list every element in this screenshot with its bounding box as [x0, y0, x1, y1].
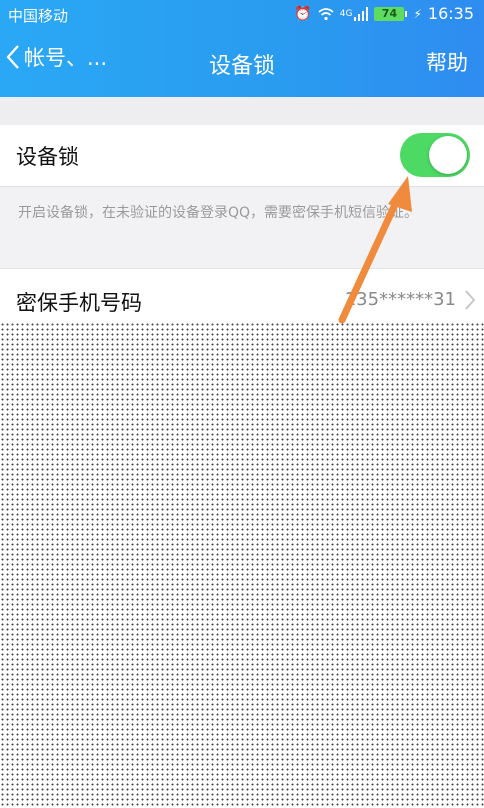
alarm-icon: ⏰ — [294, 5, 312, 22]
charging-icon: ⚡ — [413, 6, 422, 21]
device-lock-row: 设备锁 — [0, 125, 484, 187]
carrier-name: 中国移动 — [8, 7, 69, 25]
clock: 16:35 — [427, 4, 474, 23]
wifi-icon — [318, 7, 334, 20]
dotted-overlay — [0, 322, 484, 808]
chevron-right-icon — [465, 290, 476, 310]
section-spacer — [0, 97, 484, 125]
status-icons: ⏰ 4G 74 ⚡ 16:35 — [294, 4, 474, 23]
status-bar: 中国移动 ⏰ 4G 74 ⚡ 16:35 — [0, 0, 484, 28]
help-button[interactable]: 帮助 — [426, 47, 468, 77]
security-phone-value: 135******31 — [344, 289, 456, 310]
device-lock-hint: 开启设备锁，在未验证的设备登录QQ，需要密保手机短信验证。 — [18, 205, 419, 221]
battery-level: 74 — [374, 6, 405, 21]
network-type: 4G — [339, 8, 353, 19]
signal-icon — [354, 6, 369, 21]
device-lock-label: 设备锁 — [16, 145, 79, 169]
toggle-knob — [429, 136, 467, 174]
nav-bar: 帐号、... 设备锁 帮助 — [0, 28, 484, 97]
security-phone-label: 密保手机号码 — [16, 291, 142, 315]
page-title: 设备锁 — [208, 54, 275, 79]
battery-icon: 74 — [374, 6, 408, 21]
device-lock-toggle[interactable] — [400, 133, 470, 177]
